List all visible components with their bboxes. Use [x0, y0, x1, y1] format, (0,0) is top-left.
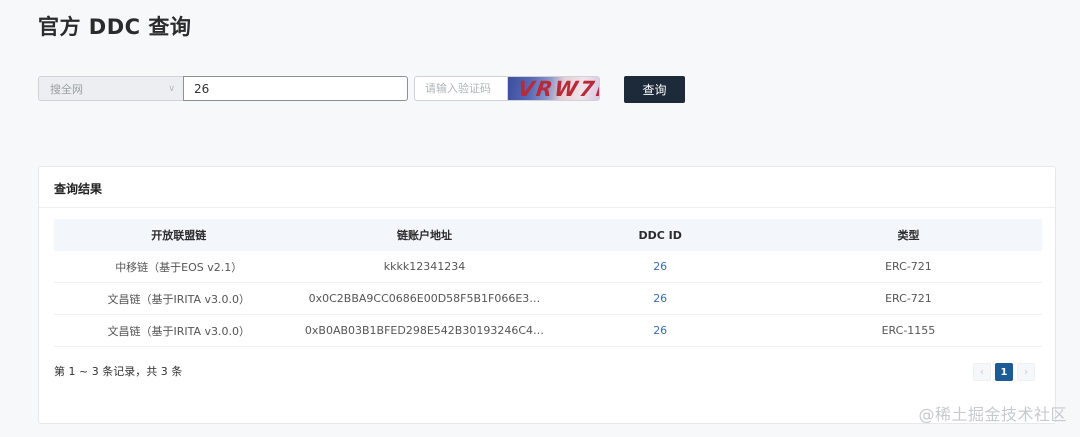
query-input[interactable] — [183, 76, 408, 101]
page-1-button[interactable]: 1 — [995, 363, 1013, 381]
page-title: 官方 DDC 查询 — [38, 15, 192, 39]
captcha-image[interactable]: VRW7I — [507, 76, 600, 101]
cell-chain: 文昌链（基于IRITA v3.0.0） — [54, 314, 304, 347]
result-card: 查询结果 开放联盟链 链账户地址 DDC ID 类型 中移链（基于EOS v2.… — [38, 166, 1056, 424]
table-row: 文昌链（基于IRITA v3.0.0） 0x0C2BBA9CC0686E00D5… — [54, 282, 1042, 315]
column-header-address: 链账户地址 — [303, 219, 546, 251]
table-row: 文昌链（基于IRITA v3.0.0） 0xB0AB03B1BFED298E54… — [54, 314, 1042, 347]
captcha-input[interactable] — [414, 76, 507, 101]
cell-type: ERC-1155 — [774, 314, 1042, 347]
chevron-down-icon: ∨ — [168, 84, 175, 94]
result-summary: 第 1 ~ 3 条记录，共 3 条 — [54, 365, 183, 378]
cell-address: kkkk12341234 — [303, 251, 546, 283]
cell-ddc-id-link[interactable]: 26 — [545, 251, 775, 283]
next-page-button[interactable]: › — [1017, 363, 1035, 381]
cell-chain: 文昌链（基于IRITA v3.0.0） — [54, 282, 304, 315]
scope-select[interactable]: 搜全网 ∨ — [38, 76, 183, 101]
table-header-row: 开放联盟链 链账户地址 DDC ID 类型 — [54, 219, 1042, 251]
column-header-type: 类型 — [774, 219, 1042, 251]
cell-ddc-id-link[interactable]: 26 — [545, 282, 775, 315]
search-button[interactable]: 查询 — [624, 76, 685, 103]
result-card-title: 查询结果 — [54, 182, 103, 196]
scope-select-value: 搜全网 — [50, 82, 83, 96]
cell-type: ERC-721 — [774, 282, 1042, 315]
pagination: ‹ 1 › — [973, 363, 1035, 381]
table-row: 中移链（基于EOS v2.1） kkkk12341234 26 ERC-721 — [54, 251, 1042, 283]
cell-address: 0xB0AB03B1BFED298E542B30193246C4… — [303, 314, 546, 347]
captcha-text: VRW7I — [516, 77, 600, 101]
cell-ddc-id-link[interactable]: 26 — [545, 314, 775, 347]
cell-address: 0x0C2BBA9CC0686E00D58F5B1F066E3… — [303, 282, 546, 315]
prev-page-button[interactable]: ‹ — [973, 363, 991, 381]
result-table: 开放联盟链 链账户地址 DDC ID 类型 中移链（基于EOS v2.1） kk… — [54, 219, 1042, 347]
cell-chain: 中移链（基于EOS v2.1） — [54, 251, 304, 283]
cell-type: ERC-721 — [774, 251, 1042, 283]
divider — [39, 207, 1055, 208]
column-header-ddc-id: DDC ID — [545, 219, 775, 251]
column-header-chain: 开放联盟链 — [54, 219, 304, 251]
watermark: @稀土掘金技术社区 — [918, 405, 1067, 424]
